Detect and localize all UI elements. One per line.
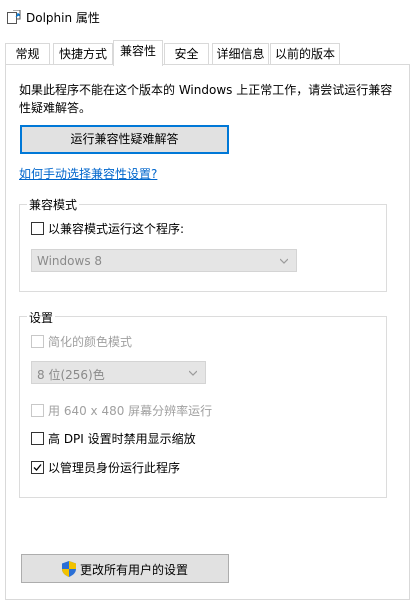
settings-group-title: 设置: [27, 309, 56, 326]
color-mode-select-value: 8 位(256)色: [37, 368, 105, 382]
tab-general[interactable]: 常规: [5, 43, 50, 64]
color-mode-select[interactable]: 8 位(256)色: [31, 361, 206, 384]
uac-shield-icon: [62, 561, 76, 577]
tab-security[interactable]: 安全: [164, 43, 209, 64]
checkmark-icon: [33, 464, 42, 471]
change-all-users-button[interactable]: 更改所有用户的设置: [21, 554, 229, 583]
compat-mode-group-title: 兼容模式: [27, 196, 80, 213]
compat-mode-checkbox[interactable]: [31, 222, 44, 235]
window-title: Dolphin 属性: [26, 11, 100, 25]
manual-settings-link[interactable]: 如何手动选择兼容性设置?: [19, 165, 157, 182]
reduced-color-checkbox[interactable]: [31, 335, 44, 348]
tab-previous-versions[interactable]: 以前的版本: [270, 43, 340, 64]
res-640-checkbox[interactable]: [31, 404, 44, 417]
chevron-down-icon: [280, 258, 288, 264]
compat-description: 如果此程序不能在这个版本的 Windows 上正常工作，请尝试运行兼容性疑难解答…: [19, 83, 393, 115]
tab-details[interactable]: 详细信息: [212, 43, 269, 64]
os-version-select-value: Windows 8: [37, 254, 103, 268]
reduced-color-label: 简化的颜色模式: [48, 335, 133, 349]
tab-shortcut[interactable]: 快捷方式: [53, 43, 113, 64]
disable-dpi-scaling-checkbox[interactable]: [31, 432, 44, 445]
change-all-users-label: 更改所有用户的设置: [80, 563, 189, 577]
run-as-admin-label: 以管理员身份运行此程序: [48, 461, 181, 475]
run-troubleshooter-button[interactable]: 运行兼容性疑难解答: [20, 125, 229, 154]
os-version-select[interactable]: Windows 8: [31, 249, 297, 272]
disable-dpi-scaling-label: 高 DPI 设置时禁用显示缩放: [48, 432, 196, 446]
title-bar: Dolphin 属性: [0, 0, 412, 34]
app-icon: [7, 10, 21, 24]
run-as-admin-checkbox[interactable]: [31, 461, 44, 474]
chevron-down-icon: [189, 370, 197, 376]
tab-compatibility[interactable]: 兼容性: [113, 40, 163, 66]
res-640-label: 用 640 x 480 屏幕分辨率运行: [48, 404, 213, 418]
compat-mode-checkbox-label: 以兼容模式运行这个程序:: [48, 222, 185, 236]
compat-mode-group: [19, 204, 387, 292]
